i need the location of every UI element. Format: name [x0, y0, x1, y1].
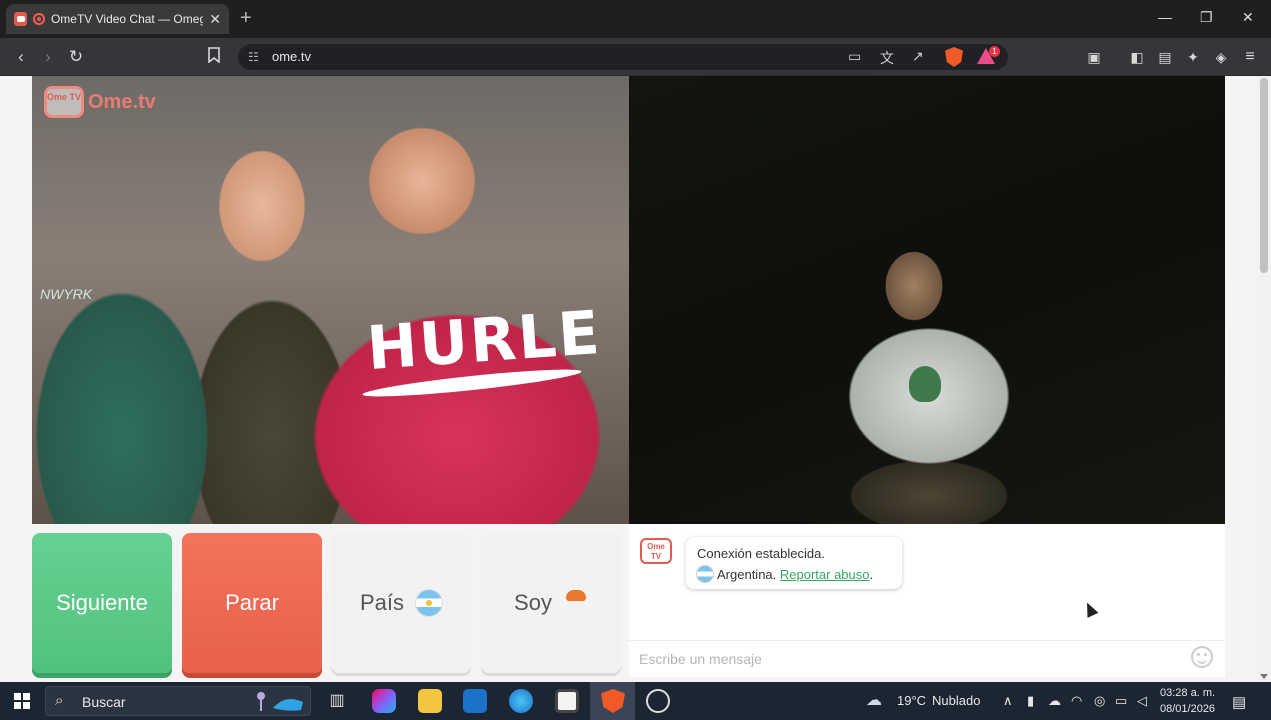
share-icon[interactable]: ↗ [912, 48, 924, 65]
onedrive-icon[interactable]: ☁ [1048, 693, 1061, 709]
sidebar-icon[interactable]: ◧ [1127, 47, 1147, 67]
forward-icon[interactable]: › [38, 47, 58, 67]
task-view-icon[interactable]: ▥ [325, 689, 349, 713]
message-input[interactable] [639, 648, 1179, 670]
store-icon[interactable] [555, 689, 579, 713]
windows-taskbar: ⌕ Buscar ▥ ☁ 19°C Nublado ∧ ▮ ☁ ◠ ◎ ▭ ◁ … [0, 682, 1271, 720]
country-button-label: País [359, 590, 405, 615]
scrollbar-thumb[interactable] [1260, 78, 1268, 273]
ometv-logo-text: Ome.tv [88, 90, 156, 113]
argentina-flag-small-icon [697, 566, 713, 582]
search-placeholder: Buscar [82, 694, 126, 710]
boy-face-icon [564, 590, 588, 616]
menu-icon[interactable]: ≡ [1240, 47, 1260, 67]
reader-mode-icon[interactable]: ▣ [1084, 47, 1104, 67]
ometv-page: NWYRK HURLE Ome TV Ome.tv Siguiente Para… [0, 76, 1257, 682]
report-trailing: . [869, 567, 874, 582]
stop-button-label: Parar [225, 590, 279, 615]
translate-icon[interactable]: 文 [880, 48, 894, 68]
recording-indicator-icon [33, 13, 45, 25]
search-highlight-icon [257, 692, 303, 711]
tray-chevron-icon[interactable]: ∧ [1003, 693, 1013, 709]
outlook-icon[interactable] [463, 689, 487, 713]
tab-bar: OmeTV Video Chat — Omegle ✕ + — ❐ ✕ [0, 0, 1271, 38]
brave-shields-icon[interactable] [945, 47, 963, 67]
battery-icon[interactable]: ▭ [1115, 693, 1127, 709]
next-button[interactable]: Siguiente [32, 533, 172, 673]
connection-status: Conexión establecida. [697, 546, 825, 561]
bookmark-icon[interactable] [204, 47, 224, 67]
tab-close-button[interactable]: ✕ [209, 11, 221, 28]
ometv-logo: Ome TV Ome.tv [44, 86, 156, 118]
local-video: NWYRK HURLE Ome TV Ome.tv [32, 76, 629, 524]
cast-icon[interactable]: ▭ [848, 48, 861, 65]
address-bar[interactable]: ☷ ome.tv ▭ 文 ↗ 1 [238, 44, 1008, 70]
mouse-cursor-icon [1081, 600, 1099, 618]
navigation-bar: ‹ › ↻ ☷ ome.tv ▭ 文 ↗ 1 ▣ ◧ ▤ ✦ ◈ ≡ [0, 38, 1271, 76]
url-text: ome.tv [272, 49, 312, 64]
system-message: Conexión establecida. Argentina. Reporta… [686, 537, 902, 589]
file-explorer-icon[interactable] [418, 689, 442, 713]
vpn-icon[interactable]: ◈ [1211, 47, 1231, 67]
report-abuse-link[interactable]: Reportar abuso [780, 567, 870, 582]
maximize-button[interactable]: ❐ [1200, 9, 1213, 26]
clock-date: 08/01/2026 [1160, 703, 1216, 715]
minimize-button[interactable]: — [1158, 9, 1172, 25]
search-icon: ⌕ [55, 692, 64, 709]
new-tab-button[interactable]: + [240, 8, 252, 28]
leo-ai-icon[interactable]: ✦ [1183, 47, 1203, 67]
copilot-icon[interactable] [372, 689, 396, 713]
tab-title: OmeTV Video Chat — Omegle [50, 12, 204, 26]
remote-video [629, 76, 1225, 524]
partner-country-line: Argentina. Reportar abuso. [697, 564, 891, 585]
sweater-print: NWYRK [40, 286, 93, 302]
partner-country: Argentina. [717, 567, 777, 582]
gender-button-label: Soy [514, 590, 552, 615]
close-window-button[interactable]: ✕ [1242, 9, 1254, 26]
ometv-chat-avatar-icon: Ome TV [640, 538, 672, 564]
reload-icon[interactable]: ↻ [66, 47, 86, 67]
clock-app-icon[interactable] [646, 689, 670, 713]
emoji-icon[interactable] [1191, 646, 1213, 668]
country-button[interactable]: País [331, 533, 471, 673]
system-clock[interactable]: 03:28 a. m. 08/01/2026 [1160, 685, 1215, 717]
windows-start-icon[interactable] [14, 693, 30, 709]
back-icon[interactable]: ‹ [11, 47, 31, 67]
wallet-icon[interactable]: ▤ [1155, 47, 1175, 67]
clock-time: 03:28 a. m. [1160, 687, 1216, 699]
weather-temp[interactable]: 19°C [897, 693, 926, 708]
scroll-down-arrow-icon[interactable] [1260, 674, 1268, 679]
ometv-logo-tv-icon: Ome TV [44, 86, 84, 118]
microphone-icon[interactable]: ▮ [1027, 693, 1034, 709]
argentina-flag-icon [416, 590, 443, 616]
site-settings-icon[interactable]: ☷ [248, 50, 259, 64]
stop-button[interactable]: Parar [182, 533, 322, 673]
vpn-tray-icon[interactable]: ◎ [1094, 693, 1105, 709]
taskbar-search[interactable]: ⌕ Buscar [45, 686, 311, 716]
volume-icon[interactable]: ◁ [1137, 693, 1147, 709]
gender-button[interactable]: Soy [481, 533, 621, 673]
rewards-badge: 1 [989, 46, 1000, 57]
notifications-icon[interactable]: ▤ [1232, 693, 1246, 711]
page-scrollbar[interactable] [1257, 76, 1271, 682]
wifi-icon[interactable]: ◠ [1071, 693, 1082, 709]
next-button-label: Siguiente [56, 590, 148, 615]
chat-panel: Ome TV Conexión establecida. Argentina. … [629, 524, 1225, 677]
edge-icon[interactable] [509, 689, 533, 713]
weather-cloud-icon[interactable]: ☁ [866, 690, 882, 710]
ometv-favicon-icon [14, 12, 28, 26]
chat-divider [629, 640, 1225, 641]
weather-desc[interactable]: Nublado [932, 693, 980, 708]
shirt-graphic [909, 366, 941, 402]
tab-ometv[interactable]: OmeTV Video Chat — Omegle ✕ [6, 4, 229, 34]
